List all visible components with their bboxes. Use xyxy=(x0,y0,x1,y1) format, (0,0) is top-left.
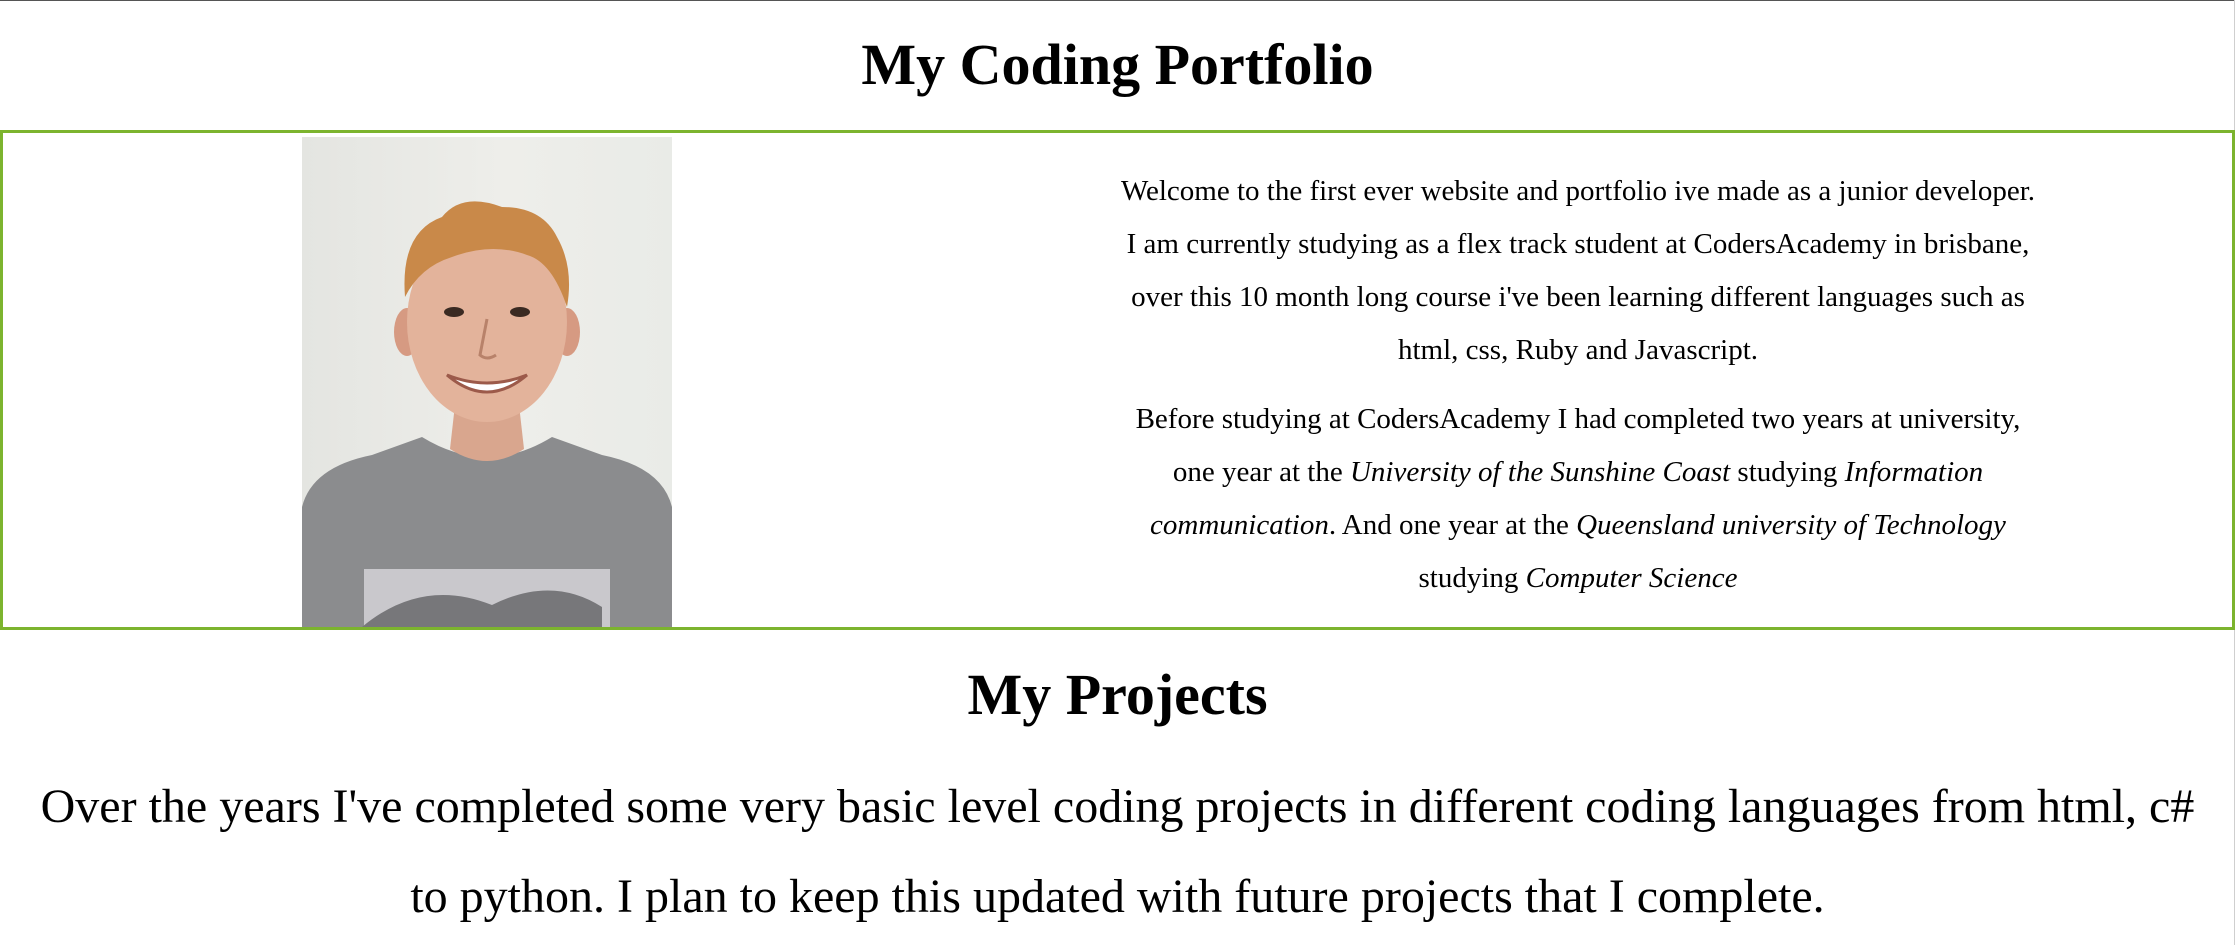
bio-paragraph-intro: Welcome to the first ever website and po… xyxy=(1120,175,2036,366)
portrait-photo-icon xyxy=(302,201,672,627)
profile-photo xyxy=(302,137,672,627)
education-text-2: studying xyxy=(1730,456,1845,488)
course-computer-science: Computer Science xyxy=(1525,562,1738,594)
about-section: Welcome to the first ever website and po… xyxy=(0,130,2235,630)
projects-description: Over the years I've completed some very … xyxy=(40,780,2195,923)
university-sunshine-coast: University of the Sunshine Coast xyxy=(1349,456,1731,488)
education-text-3: . And one year at the xyxy=(1328,509,1577,541)
top-divider xyxy=(0,0,2235,1)
page-title: My Coding Portfolio xyxy=(861,32,1374,97)
bio-text: Welcome to the first ever website and po… xyxy=(1118,165,2038,621)
university-qut: Queensland university of Technology xyxy=(1576,509,2006,541)
projects-heading: My Projects xyxy=(967,662,1268,727)
bio-paragraph-education: Before studying at CodersAcademy I had c… xyxy=(1118,393,2038,605)
education-text-4: studying xyxy=(1418,562,1526,594)
